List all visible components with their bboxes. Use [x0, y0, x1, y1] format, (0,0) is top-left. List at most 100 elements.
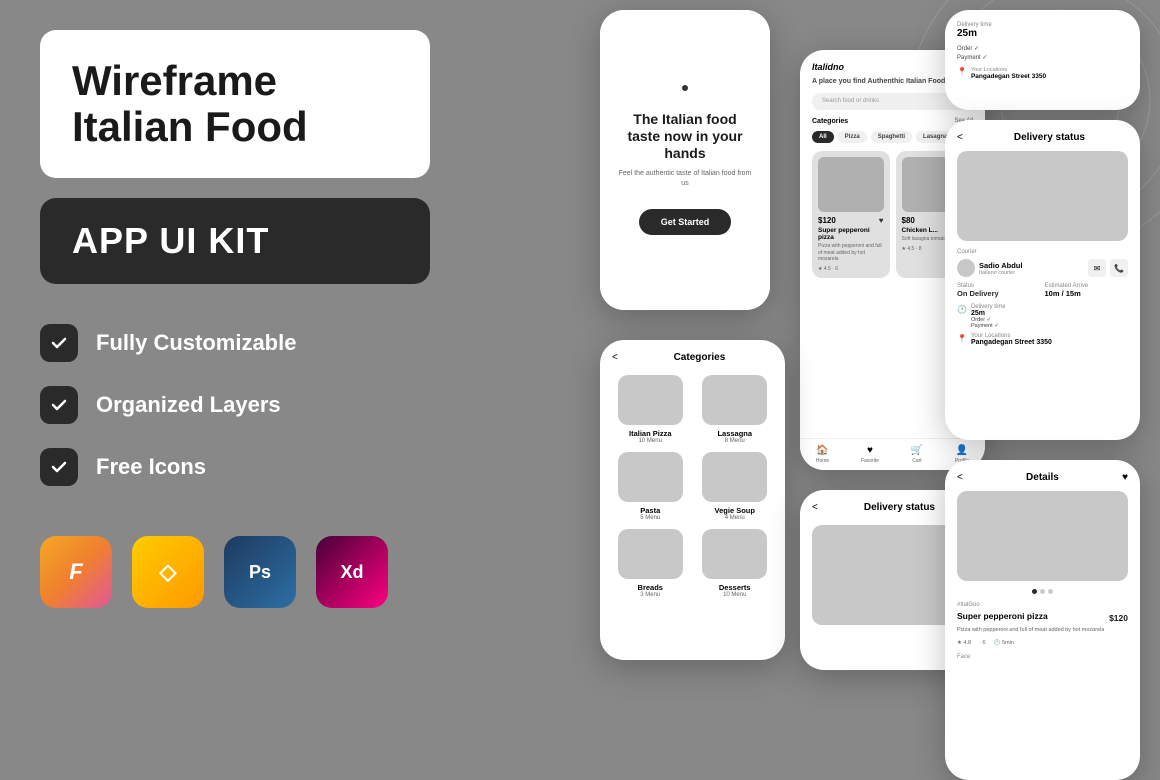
figma-icon: F	[40, 536, 112, 608]
dr-header: < Delivery status	[957, 132, 1128, 143]
message-button[interactable]: ✉	[1088, 259, 1106, 277]
categories-label: Categories	[812, 118, 848, 125]
subtitle-box: APP UI KIT	[40, 198, 430, 284]
delivery-time-value: 25m	[957, 28, 1128, 39]
categories-back-icon[interactable]: <	[612, 352, 618, 363]
nav-cart[interactable]: 🛒 Cart	[911, 445, 923, 464]
get-started-button[interactable]: Get Started	[639, 209, 732, 235]
cat-img-3	[618, 452, 683, 502]
cat-count-3: 5 Menu	[640, 515, 660, 521]
feature-item-2: Organized Layers	[40, 386, 430, 424]
pill-pizza[interactable]: Pizza	[838, 131, 867, 143]
food-image-1	[818, 157, 884, 212]
cat-img-6	[702, 529, 767, 579]
nav-home[interactable]: 🏠 Home	[816, 445, 829, 464]
search-placeholder: Search food or drinks	[822, 98, 879, 105]
nav-favorite-label: Favorite	[861, 458, 879, 464]
cat-item-2[interactable]: Lassagna 8 Menu	[697, 375, 774, 444]
photoshop-icon: Ps	[224, 536, 296, 608]
cat-count-2: 8 Menu	[725, 438, 745, 444]
cat-name-4: Vegie Soup	[715, 506, 755, 515]
feature-label-3: Free Icons	[96, 454, 206, 480]
food-price-row-1: $120 ♥	[818, 216, 884, 225]
delivery-bottom-back-icon[interactable]: <	[812, 502, 818, 513]
splash-title: The Italian food taste now in your hands	[616, 111, 754, 161]
courier-row: Sadio Abdul Italiano courier ✉ 📞	[957, 259, 1128, 277]
cat-item-1[interactable]: Italian Pizza 10 Menu	[612, 375, 689, 444]
cat-content: < Categories Italian Pizza 10 Menu Lassa…	[600, 340, 785, 610]
nav-favorite[interactable]: ♥ Favorite	[861, 445, 879, 464]
location-value-dr: Pangadegan Street 3350	[971, 339, 1052, 346]
cat-count-4: 4 Menu	[725, 515, 745, 521]
cat-header: < Categories	[612, 352, 773, 363]
phones-area: The Italian food taste now in your hands…	[420, 0, 1150, 768]
cat-item-3[interactable]: Pasta 5 Menu	[612, 452, 689, 521]
dr-title: Delivery status	[971, 132, 1128, 143]
detail-heart-icon[interactable]: ♥	[1122, 472, 1128, 483]
dr-map-image	[957, 151, 1128, 241]
cat-img-2	[702, 375, 767, 425]
detail-desc: Pizza with pepperoni and full of meat ad…	[957, 627, 1128, 635]
subtitle: APP UI KIT	[72, 220, 398, 262]
home-logo: Italidno	[812, 62, 844, 72]
detail-reviews: · 6	[979, 640, 985, 646]
cat-name-5: Breads	[638, 583, 663, 592]
pill-spaghetti[interactable]: Spaghetti	[871, 131, 912, 143]
delivery-time-info-value: 25m	[971, 310, 1006, 317]
dot-1	[1032, 589, 1037, 594]
face-label: Face	[957, 654, 1128, 660]
cat-item-5[interactable]: Breads 3 Menu	[612, 529, 689, 598]
check-icon-2	[40, 386, 78, 424]
detail-meta: ★ 4.8 · 6 🕐 5min	[957, 640, 1128, 646]
courier-details: Sadio Abdul Italiano courier	[979, 261, 1022, 276]
detail-title: Details	[963, 472, 1122, 483]
dr-back-icon[interactable]: <	[957, 132, 963, 143]
food-name-1: Super pepperoni pizza	[818, 227, 884, 241]
courier-action-buttons: ✉ 📞	[1088, 259, 1128, 277]
dot-3	[1048, 589, 1053, 594]
status-col: Status On Delivery	[957, 283, 1041, 298]
location-pin-icon: 📍	[957, 67, 967, 76]
cat-count-1: 10 Menu	[639, 438, 662, 444]
cat-img-1	[618, 375, 683, 425]
food-rating-1: ★ 4.5 · 6	[818, 266, 884, 272]
detail-product-image	[957, 491, 1128, 581]
food-card-1[interactable]: $120 ♥ Super pepperoni pizza Pizza with …	[812, 151, 890, 278]
payment-row: Payment ✓	[957, 54, 1128, 61]
features-list: Fully Customizable Organized Layers Free…	[40, 324, 430, 486]
cat-name-1: Italian Pizza	[629, 429, 672, 438]
check-icon-3	[40, 448, 78, 486]
call-button[interactable]: 📞	[1110, 259, 1128, 277]
courier-section-label: Courier	[957, 249, 1128, 255]
nav-home-label: Home	[816, 458, 829, 464]
location-value: Pangadegan Street 3350	[971, 73, 1046, 80]
courier-info: Sadio Abdul Italiano courier	[957, 259, 1022, 277]
detail-name-price-row: Super pepperoni pizza $120	[957, 611, 1128, 624]
delivery-time-info-row: 🕐 Delivery time 25m Order ✓ Payment ✓	[957, 304, 1128, 329]
detail-time: 🕐 5min	[994, 640, 1014, 646]
categories-title: Categories	[626, 352, 773, 363]
home-nav-icon: 🏠	[816, 445, 828, 456]
left-panel: Wireframe Italian Food APP UI KIT Fully …	[40, 30, 430, 608]
profile-nav-icon: 👤	[956, 445, 968, 456]
cat-count-6: 10 Menu	[723, 592, 746, 598]
order-payment-info: Order ✓ Payment ✓	[971, 317, 1006, 329]
pill-all[interactable]: All	[812, 131, 834, 143]
estimated-value: 10m / 15m	[1045, 289, 1129, 298]
adobexd-icon: Xd	[316, 536, 388, 608]
cat-item-6[interactable]: Desserts 10 Menu	[697, 529, 774, 598]
courier-name: Sadio Abdul	[979, 261, 1022, 270]
status-row: Status On Delivery Estimated Arrive 10m …	[957, 283, 1128, 298]
food-price-1: $120	[818, 216, 836, 225]
cat-img-5	[618, 529, 683, 579]
cat-item-4[interactable]: Vegie Soup 4 Menu	[697, 452, 774, 521]
status-value: On Delivery	[957, 289, 1041, 298]
favorite-nav-icon: ♥	[867, 445, 873, 456]
checkmark-svg-3	[49, 457, 69, 477]
detail-price: $120	[1109, 613, 1128, 623]
detail-product-name: Super pepperoni pizza	[957, 611, 1048, 621]
cat-name-2: Lassagna	[717, 429, 752, 438]
order-row: Order ✓	[957, 45, 1128, 52]
heart-icon-1[interactable]: ♥	[879, 216, 884, 225]
phone-categories: < Categories Italian Pizza 10 Menu Lassa…	[600, 340, 785, 660]
